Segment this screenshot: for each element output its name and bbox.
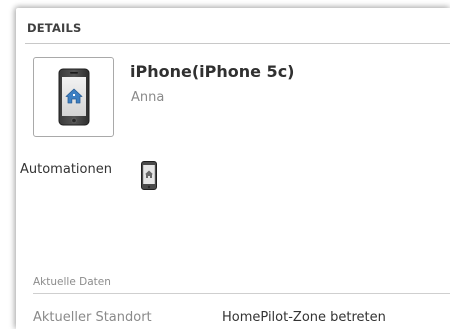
device-owner: Anna — [131, 90, 165, 105]
current-location-key: Aktueller Standort — [33, 310, 152, 325]
device-icon-tile[interactable] — [33, 57, 114, 137]
phone-home-icon — [58, 68, 89, 126]
automation-item[interactable] — [141, 161, 157, 194]
details-header: DETAILS — [27, 21, 82, 35]
header-divider — [25, 43, 450, 44]
app-screen: DETAILS iPhone(iPhone 5c) Anna Automatio… — [0, 0, 450, 329]
current-location-value: HomePilot-Zone betreten — [222, 310, 386, 325]
current-data-divider — [33, 293, 450, 294]
details-panel: DETAILS iPhone(iPhone 5c) Anna Automatio… — [16, 8, 450, 329]
current-data-label: Aktuelle Daten — [33, 276, 111, 288]
automations-label: Automationen — [20, 162, 112, 177]
device-name: iPhone(iPhone 5c) — [130, 62, 295, 81]
phone-home-icon — [141, 161, 157, 190]
